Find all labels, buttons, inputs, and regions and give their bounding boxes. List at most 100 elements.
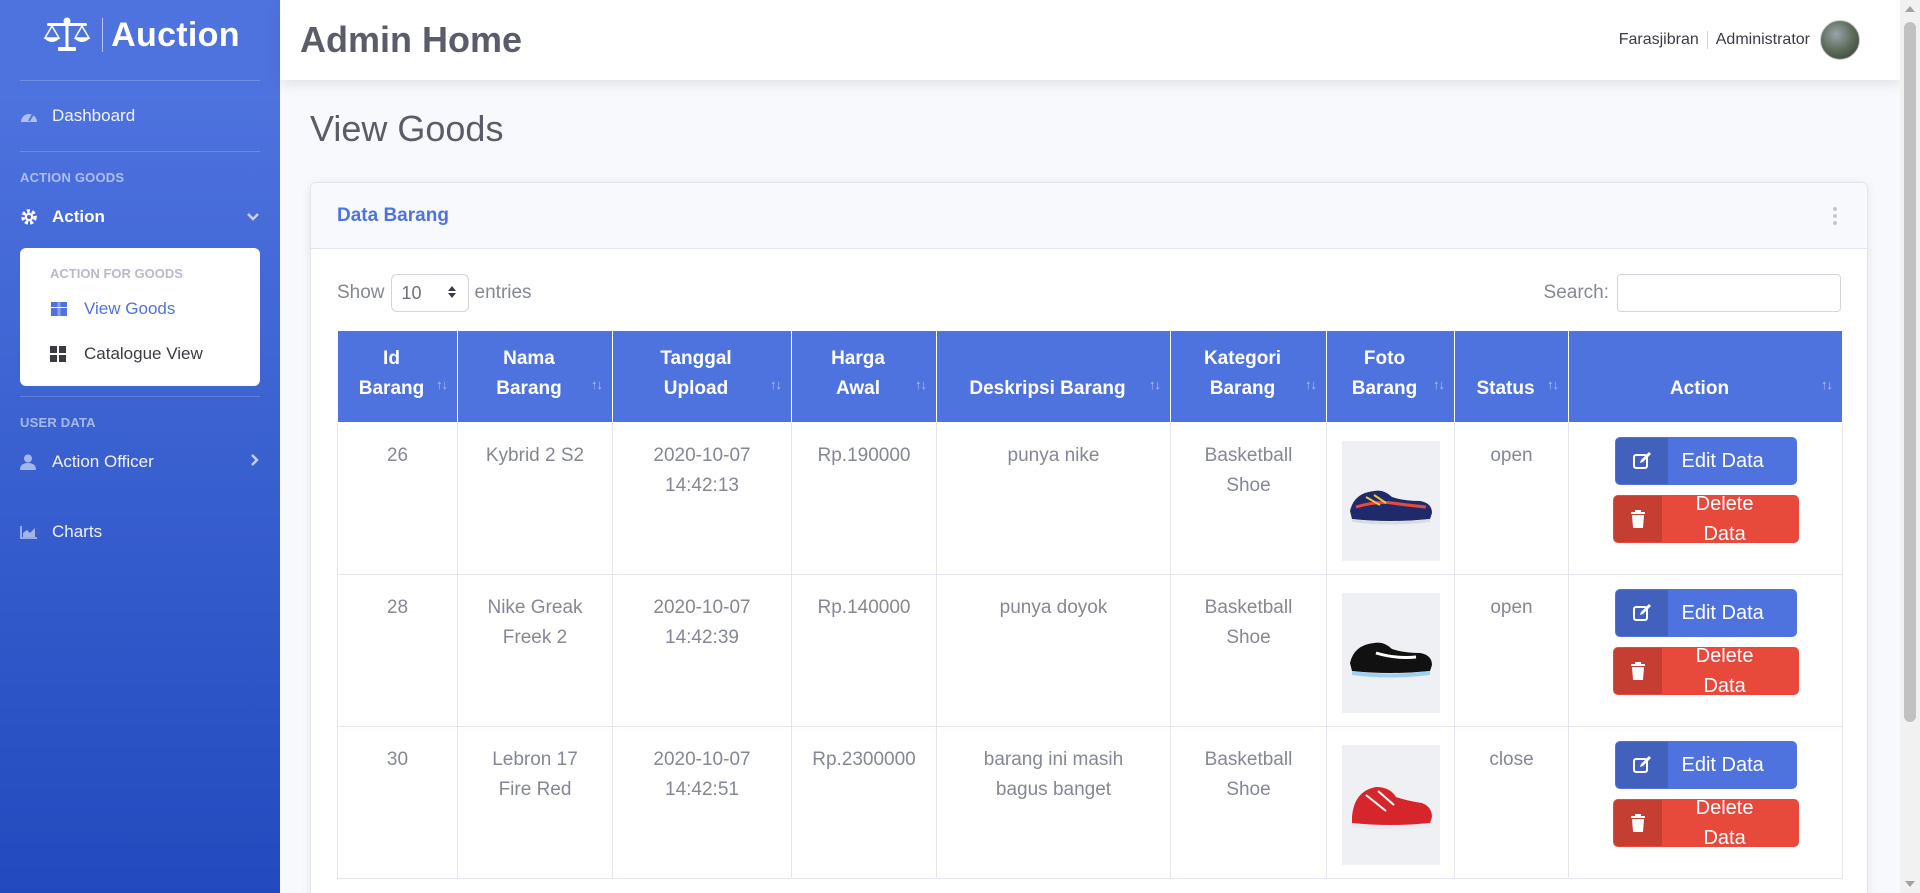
delete-data-button[interactable]: Delete Data (1612, 799, 1799, 847)
sidebar-item-action-officer[interactable]: Action Officer (0, 437, 280, 487)
table-header-row: Id Barang ↑↓ Nama Barang ↑↓ Tanggal Upload ↑↓ … (337, 330, 1843, 423)
page-scrollbar[interactable] (1900, 0, 1920, 893)
search-box: Search: (1544, 274, 1841, 312)
search-input[interactable] (1617, 274, 1841, 312)
sidebar: Auction Dashboard ACTION GOODS Action AC… (0, 0, 280, 893)
cell-harga: Rp.140000 (791, 574, 937, 727)
table-row: 30 Lebron 17 Fire Red 2020-10-07 14:42:51 … (337, 726, 1843, 879)
brand-name: Auction (111, 15, 240, 54)
table-row: 26 Kybrid 2 S2 2020-10-07 14:42:13 Rp.190… (337, 422, 1843, 575)
brand[interactable]: Auction (0, 0, 280, 70)
col-foto-barang[interactable]: Foto Barang ↑↓ (1326, 330, 1455, 423)
chevron-right-icon (250, 452, 260, 472)
tachometer-icon (20, 109, 52, 123)
sidebar-item-label: Action (52, 207, 105, 226)
delete-data-label: Delete Data (1695, 647, 1754, 695)
cell-nama: Lebron 17 Fire Red (457, 726, 613, 879)
topbar: Admin Home Farasjibran Administrator (280, 0, 1900, 80)
trash-icon (1613, 800, 1662, 846)
sidebar-item-label: Dashboard (52, 106, 136, 125)
search-label: Search: (1543, 282, 1609, 303)
page-title: View Goods (310, 108, 504, 149)
box-icon (50, 301, 84, 317)
col-action[interactable]: Action ↑↓ (1568, 330, 1843, 423)
username: Farasjibran (1619, 31, 1708, 49)
cell-tanggal: 2020-10-07 14:42:39 (612, 574, 792, 727)
edit-icon (1615, 742, 1668, 788)
area-chart-icon (20, 525, 52, 539)
delete-data-button[interactable]: Delete Data (1612, 647, 1799, 695)
cell-harga: Rp.190000 (791, 422, 937, 575)
shoe-image (1341, 593, 1440, 713)
user-menu[interactable]: Farasjibran Administrator (1619, 20, 1860, 60)
cell-foto (1326, 422, 1455, 575)
col-nama-barang[interactable]: Nama Barang ↑↓ (457, 330, 613, 423)
cell-foto (1326, 574, 1455, 727)
cell-tanggal: 2020-10-07 14:42:51 (612, 726, 792, 879)
col-tanggal-upload[interactable]: Tanggal Upload ↑↓ (612, 330, 792, 423)
brand-separator (102, 18, 104, 52)
edit-icon (1615, 438, 1668, 484)
avatar[interactable] (1820, 20, 1860, 60)
entries-select-value: 10 (401, 282, 422, 303)
cell-id: 26 (337, 422, 458, 575)
cell-deskripsi: punya doyok (936, 574, 1171, 727)
cell-action: Edit Data Delete Data (1568, 726, 1843, 879)
card-title: Data Barang (337, 204, 449, 226)
cell-kategori: Basketball Shoe (1170, 574, 1327, 727)
cell-status: open (1454, 574, 1569, 727)
sidebar-heading-user-data: USER DATA (20, 414, 96, 430)
card-header: Data Barang (311, 183, 1867, 249)
sort-icon: ↑↓ (1305, 377, 1317, 392)
sidebar-divider (20, 80, 260, 81)
sort-icon: ↑↓ (915, 377, 927, 392)
show-label: Show (337, 282, 385, 303)
col-deskripsi-barang[interactable]: Deskripsi Barang ↑↓ (936, 330, 1171, 423)
cell-status: open (1454, 422, 1569, 575)
col-status[interactable]: Status ↑↓ (1454, 330, 1569, 423)
scrollbar-thumb[interactable] (1904, 22, 1916, 722)
sort-icon: ↑↓ (770, 377, 782, 392)
col-harga-awal[interactable]: Harga Awal ↑↓ (791, 330, 937, 423)
gear-icon (20, 208, 52, 226)
edit-icon (1615, 590, 1668, 636)
scroll-down-icon[interactable] (1905, 881, 1915, 887)
user-role: Administrator (1715, 31, 1810, 48)
goods-table: Id Barang ↑↓ Nama Barang ↑↓ Tanggal Upload ↑↓ … (337, 330, 1843, 879)
col-id-barang[interactable]: Id Barang ↑↓ (337, 330, 458, 423)
cell-id: 28 (337, 574, 458, 727)
submenu-item-view-goods[interactable]: View Goods (20, 286, 260, 331)
submenu-item-catalogue-view[interactable]: Catalogue View (20, 331, 260, 376)
submenu-item-label: View Goods (84, 298, 176, 318)
sidebar-divider (20, 151, 260, 152)
edit-data-label: Edit Data (1681, 602, 1764, 624)
edit-data-button[interactable]: Edit Data (1614, 589, 1797, 637)
trash-icon (1613, 496, 1662, 542)
sort-icon: ↑↓ (1547, 377, 1559, 392)
trash-icon (1613, 648, 1662, 694)
delete-data-button[interactable]: Delete Data (1612, 495, 1799, 543)
app-title: Admin Home (300, 19, 523, 60)
chevron-down-icon (246, 207, 260, 227)
entries-label: entries (474, 282, 532, 303)
cell-kategori: Basketball Shoe (1170, 726, 1327, 879)
sort-icon: ↑↓ (1821, 377, 1833, 392)
edit-data-button[interactable]: Edit Data (1614, 437, 1797, 485)
sort-icon: ↑↓ (591, 377, 603, 392)
sort-icon: ↑↓ (436, 377, 448, 392)
sidebar-divider (20, 396, 260, 397)
cell-foto (1326, 726, 1455, 879)
cell-action: Edit Data Delete Data (1568, 574, 1843, 727)
entries-select[interactable]: 10 (390, 274, 469, 312)
sidebar-item-action[interactable]: Action (0, 192, 280, 242)
col-kategori-barang[interactable]: Kategori Barang ↑↓ (1170, 330, 1327, 423)
sidebar-item-charts[interactable]: Charts (0, 507, 280, 557)
sidebar-item-dashboard[interactable]: Dashboard (0, 91, 280, 141)
cell-action: Edit Data Delete Data (1568, 422, 1843, 575)
cell-nama: Nike Greak Freek 2 (457, 574, 613, 727)
more-vertical-icon[interactable] (1829, 203, 1841, 229)
scroll-up-icon[interactable] (1905, 6, 1915, 12)
edit-data-button[interactable]: Edit Data (1614, 741, 1797, 789)
sort-icon: ↑↓ (1433, 377, 1445, 392)
cell-id: 30 (337, 726, 458, 879)
